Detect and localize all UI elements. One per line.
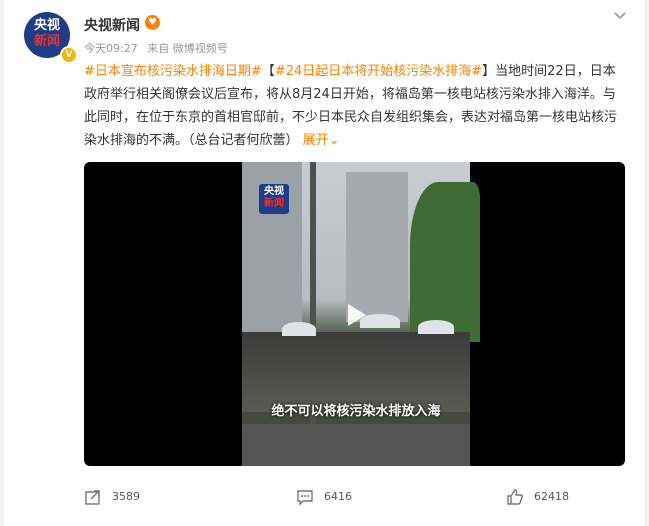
tree <box>410 182 480 342</box>
chevron-down-icon[interactable] <box>613 8 627 22</box>
fan-heart-icon: ♥ <box>145 15 160 30</box>
avatar-text: 央视 新闻 <box>24 18 70 50</box>
post-meta: 今天09:27 来自 微博视频号 <box>84 40 234 56</box>
action-bar: 3589 6416 62418 <box>4 480 645 516</box>
logo-text-top: 央视 <box>264 186 284 197</box>
expand-label: 展开 <box>302 133 329 148</box>
post-text: #日本宣布核污染水排海日期#【#24日起日本将开始核污染水排海#】当地时间22日… <box>84 60 624 152</box>
street <box>242 424 470 466</box>
post-time[interactable]: 今天09:27 <box>84 42 138 55</box>
play-icon[interactable] <box>340 300 370 330</box>
video-subtitle: 绝不可以将核污染水排放入海 <box>271 404 441 419</box>
avatar-text-top: 央视 <box>33 18 60 33</box>
logo-text-bottom: 新闻 <box>264 198 284 209</box>
user-name[interactable]: 央视新闻 <box>84 15 140 35</box>
thumbs-up-icon <box>507 489 523 505</box>
pole <box>310 162 316 466</box>
topic-link-1[interactable]: #日本宣布核污染水排海日期# <box>84 64 262 79</box>
umbrella <box>418 320 454 334</box>
topic-link-2[interactable]: #24日起日本将开始核污染水排海# <box>275 64 482 79</box>
share-count: 3589 <box>112 490 140 503</box>
bracket-open: 【 <box>261 64 275 79</box>
comment-count: 6416 <box>324 490 352 503</box>
video-player[interactable]: 央视 新闻 绝不可以将核污染水排放入海 <box>84 162 625 466</box>
bracket-close: 】 <box>482 64 496 79</box>
post-source[interactable]: 来自 微博视频号 <box>147 42 228 55</box>
verified-badge-icon: V <box>60 46 78 64</box>
weibo-post-card: 央视 新闻 V 央视新闻 ♥ 今天09:27 来自 微博视频号 #日本宣布核污染… <box>4 0 645 526</box>
expand-link[interactable]: 展开⌄ <box>303 133 340 148</box>
like-count: 62418 <box>534 490 569 503</box>
comment-icon <box>297 490 313 506</box>
cctv-news-logo: 央视 新闻 <box>259 184 289 214</box>
share-icon <box>85 490 100 505</box>
umbrella <box>282 322 316 336</box>
